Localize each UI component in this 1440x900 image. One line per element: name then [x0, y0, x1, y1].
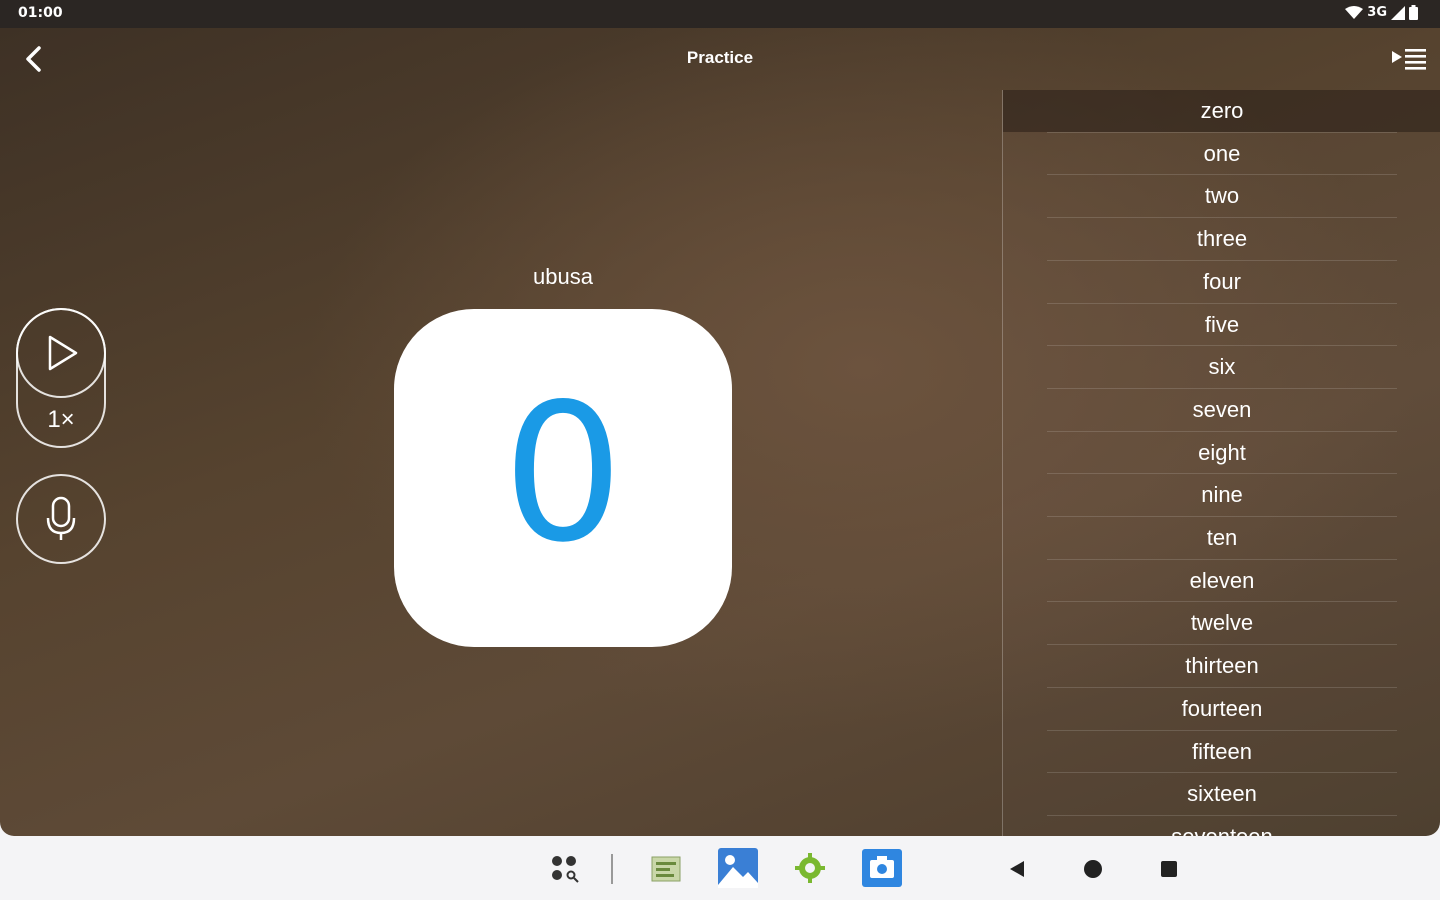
nav-recents-icon	[1161, 861, 1177, 877]
list-item-five[interactable]: five	[1003, 304, 1440, 346]
wifi-icon	[1345, 5, 1364, 19]
list-item-zero[interactable]: zero	[1003, 90, 1440, 132]
speed-label: 1×	[47, 406, 75, 433]
nav-back-button[interactable]	[1002, 854, 1032, 884]
nav-back-icon	[1010, 861, 1024, 877]
list-item-eleven[interactable]: eleven	[1003, 560, 1440, 602]
list-item-nine[interactable]: nine	[1003, 474, 1440, 516]
play-button[interactable]	[16, 308, 106, 398]
camera-icon	[862, 849, 902, 887]
list-item-sixteen[interactable]: sixteen	[1003, 773, 1440, 815]
photos-icon	[718, 848, 758, 888]
list-item-two[interactable]: two	[1003, 175, 1440, 217]
nav-home-icon	[1084, 860, 1102, 878]
flashcard[interactable]: 0	[394, 309, 732, 647]
app-grid-icon	[552, 856, 579, 883]
list-item-ten[interactable]: ten	[1003, 517, 1440, 559]
flashcard-digit: 0	[502, 363, 624, 584]
playlist-icon	[1392, 49, 1426, 70]
list-item-fifteen[interactable]: fifteen	[1003, 731, 1440, 773]
list-item-fourteen[interactable]: fourteen	[1003, 688, 1440, 730]
photos-app-button[interactable]	[716, 846, 760, 890]
settings-icon	[795, 853, 825, 883]
nav-recents-button[interactable]	[1154, 854, 1184, 884]
status-time: 01:00	[18, 5, 63, 21]
app-grid-button[interactable]	[548, 852, 582, 886]
nav-divider	[610, 854, 614, 884]
play-icon	[48, 335, 78, 371]
settings-app-button[interactable]	[792, 850, 828, 886]
app-content: Practice 1× ubusa 0 zero one two three f…	[0, 28, 1440, 836]
list-item-seven[interactable]: seven	[1003, 389, 1440, 431]
app-bar: Practice	[0, 28, 1440, 90]
playlist-toggle-button[interactable]	[1390, 44, 1428, 74]
number-list[interactable]: zero one two three four five six seven eight nine…	[1002, 90, 1440, 836]
list-item-eight[interactable]: eight	[1003, 432, 1440, 474]
list-item-three[interactable]: three	[1003, 218, 1440, 260]
nav-home-button[interactable]	[1078, 854, 1108, 884]
list-item-four[interactable]: four	[1003, 261, 1440, 303]
gallery-icon	[651, 856, 681, 882]
word-label: ubusa	[533, 264, 593, 289]
list-item-one[interactable]: one	[1003, 133, 1440, 175]
camera-app-button[interactable]	[860, 847, 904, 889]
battery-icon	[1409, 5, 1418, 20]
microphone-icon	[46, 496, 76, 540]
signal-icon	[1391, 5, 1405, 20]
status-bar: 01:00 3G	[0, 0, 1440, 28]
status-icons: 3G	[1345, 5, 1418, 20]
list-item-seventeen[interactable]: seventeen	[1003, 816, 1440, 836]
record-button[interactable]	[16, 474, 106, 564]
list-item-six[interactable]: six	[1003, 346, 1440, 388]
system-navigation-bar	[0, 836, 1440, 900]
list-item-twelve[interactable]: twelve	[1003, 602, 1440, 644]
network-type: 3G	[1367, 5, 1387, 20]
app-shortcut-1[interactable]	[648, 852, 684, 886]
list-item-thirteen[interactable]: thirteen	[1003, 645, 1440, 687]
page-title: Practice	[686, 48, 754, 67]
